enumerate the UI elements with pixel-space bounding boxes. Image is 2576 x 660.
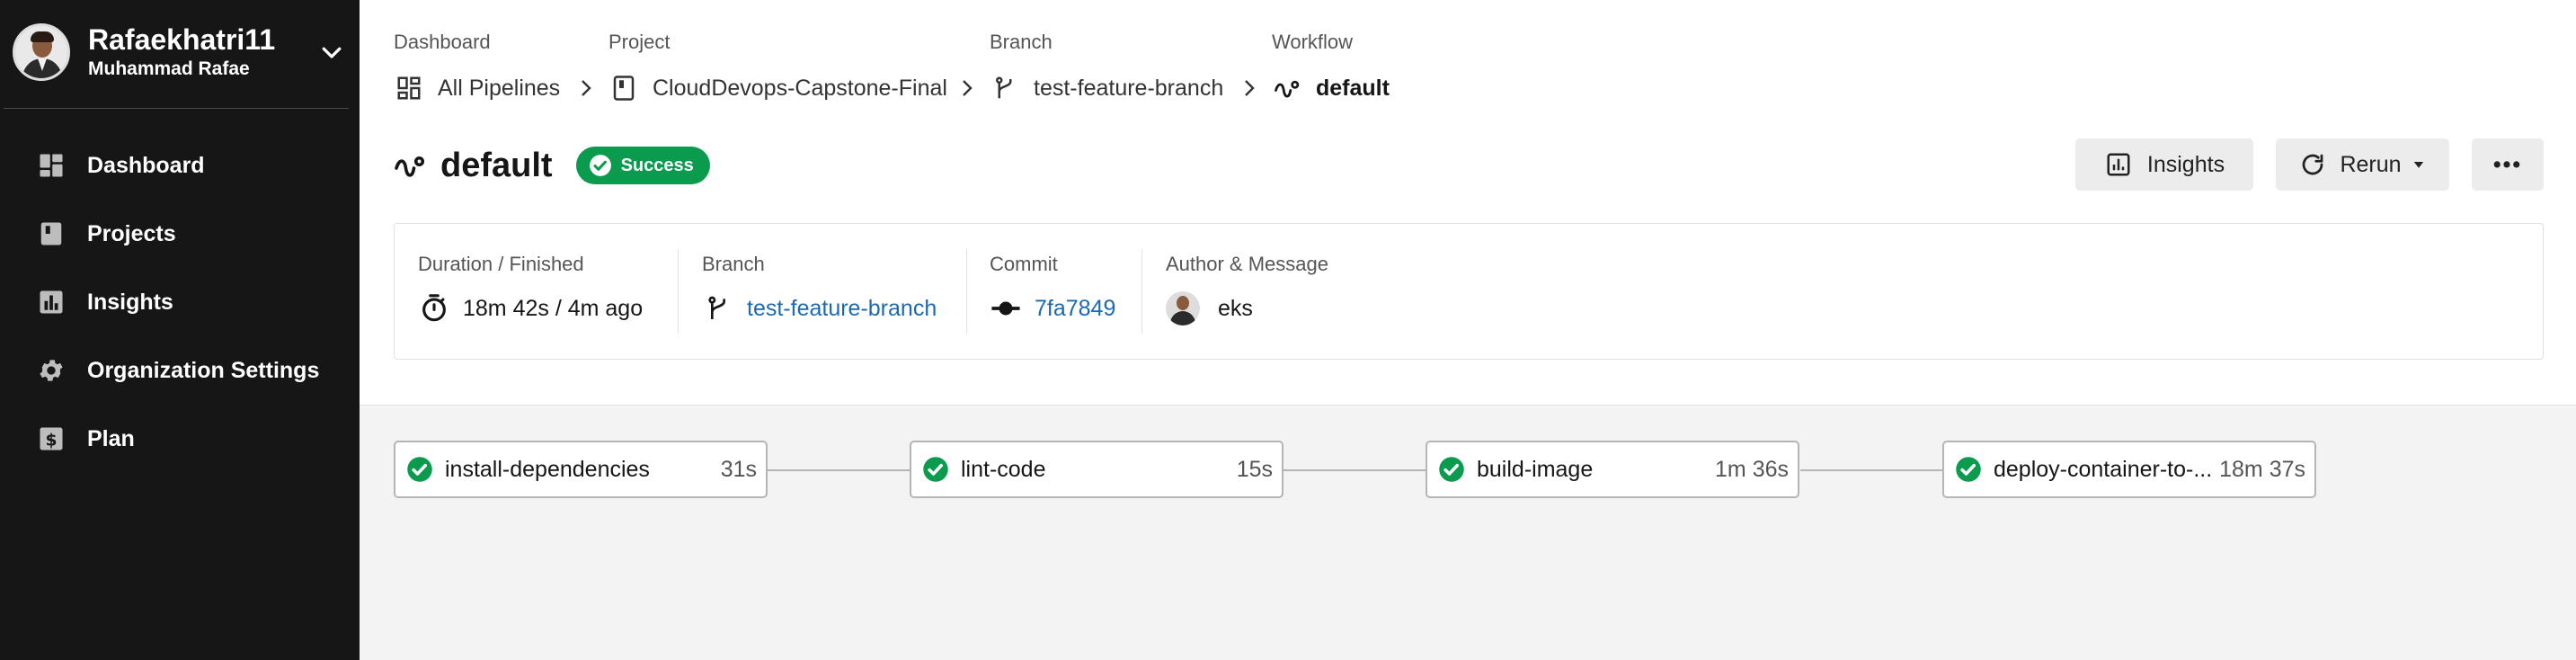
breadcrumb-text: CloudDevops-Capstone-Final — [653, 75, 947, 101]
insights-button[interactable]: Insights — [2075, 138, 2253, 191]
sidebar-item-label: Dashboard — [87, 152, 205, 178]
chevron-right-icon — [582, 80, 591, 96]
job-deploy-container[interactable]: deploy-container-to-... 18m 37s — [1942, 441, 2316, 498]
user-menu[interactable]: Rafaekhatri11 Muhammad Rafae — [13, 23, 345, 81]
breadcrumb-label-workflow: Workflow — [1272, 31, 1354, 53]
breadcrumb-text: All Pipelines — [438, 75, 561, 101]
commit-icon — [990, 292, 1022, 325]
sidebar-divider — [4, 108, 349, 109]
caret-down-icon — [2413, 162, 2423, 168]
project-icon — [608, 73, 639, 103]
breadcrumb-text: default — [1316, 75, 1390, 101]
insights-icon — [2104, 150, 2133, 179]
insights-icon — [36, 287, 67, 317]
job-name: deploy-container-to-... — [1994, 456, 2213, 482]
author-label: Author & Message — [1166, 253, 1328, 275]
branch-icon — [702, 292, 734, 325]
job-duration: 31s — [720, 456, 757, 482]
branch-icon — [990, 73, 1020, 103]
duration-label: Duration / Finished — [418, 253, 584, 275]
breadcrumb-label-project: Project — [608, 31, 671, 53]
job-duration: 1m 36s — [1715, 456, 1789, 482]
job-name: install-dependencies — [445, 456, 650, 482]
job-install-dependencies[interactable]: install-dependencies 31s — [394, 441, 768, 498]
user-name: Muhammad Rafae — [88, 58, 250, 79]
svg-text:$: $ — [45, 432, 57, 450]
check-circle-icon — [923, 457, 948, 482]
sidebar-item-label: Organization Settings — [87, 357, 320, 383]
pipelines-icon — [394, 73, 424, 103]
breadcrumb-text: test-feature-branch — [1034, 75, 1224, 101]
gear-icon — [36, 355, 67, 386]
rerun-label: Rerun — [2340, 151, 2402, 177]
commit-link[interactable]: 7fa7849 — [1035, 296, 1115, 322]
job-duration: 18m 37s — [2219, 456, 2305, 482]
chevron-right-icon — [963, 80, 973, 96]
sidebar-item-label: Plan — [87, 425, 135, 451]
job-name: build-image — [1477, 456, 1594, 482]
sidebar-item-label: Insights — [87, 289, 173, 315]
page-title: default — [440, 146, 553, 184]
projects-icon — [36, 219, 67, 249]
rerun-button[interactable]: Rerun — [2276, 138, 2449, 191]
job-lint-code[interactable]: lint-code 15s — [910, 441, 1284, 498]
avatar — [1166, 291, 1200, 326]
sidebar-item-label: Projects — [87, 220, 176, 246]
refresh-icon — [2298, 150, 2327, 179]
chevron-down-icon[interactable] — [318, 39, 345, 66]
chevron-right-icon — [1245, 80, 1255, 96]
breadcrumb-project[interactable]: CloudDevops-Capstone-Final — [608, 72, 947, 104]
timer-icon — [418, 292, 450, 325]
breadcrumb-branch[interactable]: test-feature-branch — [990, 72, 1223, 104]
check-circle-icon — [407, 457, 432, 482]
job-connector — [768, 469, 913, 471]
branch-link[interactable]: test-feature-branch — [747, 296, 937, 322]
job-build-image[interactable]: build-image 1m 36s — [1426, 441, 1799, 498]
more-options-button[interactable]: ••• — [2472, 138, 2544, 191]
workflow-icon — [394, 147, 430, 183]
sidebar-item-organization-settings[interactable]: Organization Settings — [0, 345, 360, 396]
insights-label: Insights — [2146, 151, 2225, 177]
dashboard-icon — [36, 150, 67, 181]
sidebar-item-dashboard[interactable]: Dashboard — [0, 140, 360, 191]
job-connector — [1284, 469, 1429, 471]
job-name: lint-code — [961, 456, 1046, 482]
commit-label: Commit — [990, 253, 1058, 275]
jobs-pipeline: install-dependencies 31s lint-code 15s b… — [360, 406, 2576, 660]
check-circle-icon — [1956, 457, 1981, 482]
workflow-summary: Duration / Finished 18m 42s / 4m ago Bra… — [394, 223, 2544, 360]
workflow-header: Dashboard Project Branch Workflow All Pi… — [360, 0, 2576, 406]
duration-value: 18m 42s / 4m ago — [463, 295, 644, 321]
branch-label: Branch — [702, 253, 765, 275]
author-message: eks — [1218, 295, 1253, 321]
breadcrumb-all-pipelines[interactable]: All Pipelines — [394, 72, 560, 104]
status-text: Success — [620, 155, 694, 175]
breadcrumb-label-dashboard: Dashboard — [394, 31, 491, 53]
user-login: Rafaekhatri11 — [88, 23, 276, 56]
status-badge: Success — [575, 147, 710, 184]
workflow-icon — [1272, 73, 1302, 103]
sidebar-item-projects[interactable]: Projects — [0, 209, 360, 259]
check-circle-icon — [1439, 457, 1464, 482]
breadcrumb-label-branch: Branch — [990, 31, 1053, 53]
breadcrumb-workflow[interactable]: default — [1272, 72, 1390, 104]
more-icon: ••• — [2492, 151, 2523, 177]
plan-icon: $ — [36, 424, 67, 454]
job-duration: 15s — [1236, 456, 1273, 482]
sidebar-item-plan[interactable]: $ Plan — [0, 414, 360, 464]
check-circle-icon — [589, 155, 611, 176]
job-connector — [1800, 469, 1946, 471]
sidebar-item-insights[interactable]: Insights — [0, 277, 360, 327]
avatar — [13, 23, 70, 81]
sidebar: Rafaekhatri11 Muhammad Rafae Dashboard P… — [0, 0, 360, 660]
